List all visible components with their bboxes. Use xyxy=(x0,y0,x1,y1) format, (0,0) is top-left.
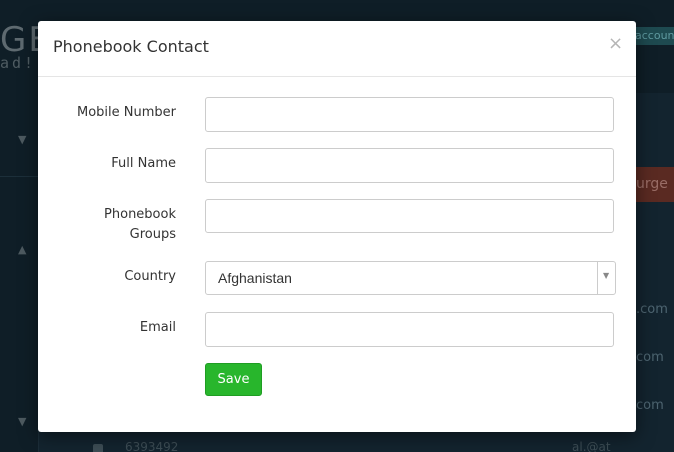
background-account-badge: accoun xyxy=(632,27,674,45)
background-row-text: al.@at xyxy=(572,440,611,452)
background-sidebar: ▼ ▲ ▼ xyxy=(0,93,39,452)
full-name-input[interactable] xyxy=(205,148,614,183)
sidebar-divider xyxy=(0,176,38,177)
modal-header: Phonebook Contact × xyxy=(38,21,636,77)
background-logo-tagline: ad! xyxy=(0,54,37,72)
background-row-text: 6393492 xyxy=(125,440,179,452)
phonebook-groups-label: Phonebook Groups xyxy=(46,205,176,245)
background-row-icon xyxy=(93,444,103,452)
caret-down-icon: ▼ xyxy=(18,415,27,428)
email-label: Email xyxy=(139,320,176,335)
caret-down-icon: ▼ xyxy=(18,133,27,146)
phonebook-groups-label-line2: Groups xyxy=(129,227,176,242)
modal-title: Phonebook Contact xyxy=(53,37,209,56)
close-icon[interactable]: × xyxy=(608,34,623,54)
email-input[interactable] xyxy=(205,312,614,347)
mobile-number-label: Mobile Number xyxy=(77,105,176,120)
background-row: com xyxy=(636,350,664,365)
phonebook-groups-label-line1: Phonebook xyxy=(104,207,176,222)
background-row: com xyxy=(636,398,664,413)
phonebook-contact-modal: Phonebook Contact × Mobile Number Full N… xyxy=(38,21,636,432)
country-label: Country xyxy=(124,269,176,284)
background-purge-button: urge xyxy=(636,167,674,202)
phonebook-groups-input[interactable] xyxy=(205,199,614,233)
background-row: .com xyxy=(636,302,668,317)
save-button[interactable]: Save xyxy=(205,363,262,396)
country-selected-value: Afghanistan xyxy=(218,270,292,286)
select-divider xyxy=(597,262,598,294)
chevron-down-icon: ▼ xyxy=(603,271,610,280)
caret-up-icon: ▲ xyxy=(18,243,27,256)
full-name-label: Full Name xyxy=(111,156,176,171)
country-select[interactable]: Afghanistan ▼ xyxy=(205,261,616,295)
mobile-number-input[interactable] xyxy=(205,97,614,132)
